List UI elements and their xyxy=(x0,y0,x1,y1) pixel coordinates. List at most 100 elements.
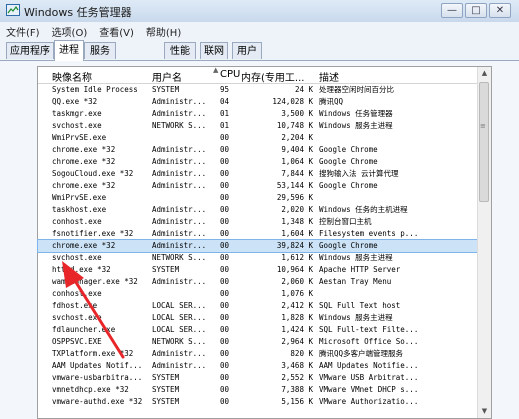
menu-file[interactable]: 文件(F) xyxy=(0,24,46,39)
menu-bar: 文件(F) 选项(O) 查看(V) 帮助(H) xyxy=(0,22,519,40)
vertical-scrollbar[interactable]: ▲ ≡ ▼ xyxy=(477,67,491,418)
table-row[interactable]: chrome.exe *32 Administr... 00 53,144 K Goog… xyxy=(38,180,478,192)
cell-memory: 39,824 K xyxy=(276,241,313,250)
cell-description: 搜狗输入法 云计算代理 xyxy=(319,169,399,178)
cell-cpu: 00 xyxy=(220,253,230,262)
cell-description: Microsoft Office So... xyxy=(319,337,419,346)
table-row[interactable]: conhost.exe Administr... 00 1,348 K 控制台窗口主机 xyxy=(38,216,478,228)
tab-applications[interactable]: 应用程序 xyxy=(6,42,54,59)
cell-memory: 2,204 K xyxy=(281,133,313,142)
table-row[interactable]: chrome.exe *32 Administr... 00 9,404 K Googl… xyxy=(38,144,478,156)
cell-description: SQL Full Text host xyxy=(319,301,401,310)
process-rows: System Idle Process SYSTEM 95 24 K 处理器空闲时间百分… xyxy=(37,84,479,408)
column-header-row: 映像名称 用户名 ▲ CPU 内存(专用工... 描述 xyxy=(38,66,478,84)
table-row[interactable]: wampmanager.exe *32 Administr... 00 2,060 K… xyxy=(38,276,478,288)
table-row[interactable]: fsnotifier.exe *32 Administr... 00 1,604 K F… xyxy=(38,228,478,240)
cell-memory: 124,028 K xyxy=(272,97,313,106)
cell-description: Apache HTTP Server xyxy=(319,265,401,274)
minimize-button[interactable]: — xyxy=(441,3,463,18)
cell-description: SQL Full-text Filte... xyxy=(319,325,419,334)
cell-image-name: QQ.exe *32 xyxy=(52,97,98,106)
table-row[interactable]: taskhost.exe Administr... 00 2,020 K Windows… xyxy=(38,204,478,216)
cell-image-name: chrome.exe *32 xyxy=(52,145,116,154)
table-row[interactable]: WmiPrvSE.exe 00 29,596 K xyxy=(38,192,478,204)
menu-view[interactable]: 查看(V) xyxy=(93,24,140,39)
table-row[interactable]: System Idle Process SYSTEM 95 24 K 处理器空闲时间百分… xyxy=(38,84,478,96)
cell-description: Google Chrome xyxy=(319,241,378,250)
maximize-button[interactable]: □ xyxy=(465,3,487,18)
table-row[interactable]: AAM Updates Notif... Administr... 00 3,468 … xyxy=(38,360,478,372)
process-list[interactable]: 映像名称 用户名 ▲ CPU 内存(专用工... 描述 System Idle … xyxy=(37,66,492,419)
tab-users[interactable]: 用户 xyxy=(232,42,262,59)
cell-user-name: Administr... xyxy=(152,241,207,250)
table-row[interactable]: chrome.exe *32 Administr... 00 39,824 K Goog… xyxy=(37,239,479,253)
cell-cpu: 00 xyxy=(220,277,230,286)
scroll-up-arrow-icon[interactable]: ▲ xyxy=(478,67,491,80)
cell-memory: 3,468 K xyxy=(281,361,313,370)
tab-performance[interactable]: 性能 xyxy=(164,42,196,59)
cell-cpu: 00 xyxy=(220,337,230,346)
cell-image-name: TXPlatform.exe *32 xyxy=(52,349,134,358)
menu-options[interactable]: 选项(O) xyxy=(46,24,94,39)
cell-user-name: LOCAL SER... xyxy=(152,301,207,310)
cell-user-name: SYSTEM xyxy=(152,85,180,94)
cell-cpu: 00 xyxy=(220,157,230,166)
column-header-user-name[interactable]: 用户名 xyxy=(152,69,182,84)
cell-memory: 53,144 K xyxy=(276,181,313,190)
column-header-image-name[interactable]: 映像名称 xyxy=(52,69,92,84)
table-row[interactable]: WmiPrvSE.exe 00 2,204 K xyxy=(38,132,478,144)
cell-cpu: 00 xyxy=(220,301,230,310)
table-row[interactable]: conhost.exe 00 1,076 K xyxy=(38,288,478,300)
cell-user-name: SYSTEM xyxy=(152,385,180,394)
cell-user-name: Administr... xyxy=(152,361,207,370)
cell-description: VMware VMnet DHCP s... xyxy=(319,385,419,394)
title-bar[interactable]: Windows 任务管理器 — □ ✕ xyxy=(0,0,519,22)
minimize-icon: — xyxy=(447,5,457,16)
table-row[interactable]: chrome.exe *32 Administr... 00 1,064 K Googl… xyxy=(38,156,478,168)
table-row[interactable]: OSPPSVC.EXE NETWORK S... 00 2,964 K Microsof… xyxy=(38,336,478,348)
scroll-thumb[interactable] xyxy=(479,82,489,202)
cell-user-name: Administr... xyxy=(152,217,207,226)
table-row[interactable]: svchost.exe NETWORK S... 01 10,748 K Windows… xyxy=(38,120,478,132)
cell-cpu: 01 xyxy=(220,121,230,130)
cell-image-name: vmware-authd.exe *32 xyxy=(52,397,143,406)
column-header-cpu[interactable]: CPU xyxy=(220,69,240,80)
menu-help[interactable]: 帮助(H) xyxy=(140,24,187,39)
table-row[interactable]: SogouCloud.exe *32 Administr... 00 7,844 K 搜… xyxy=(38,168,478,180)
tab-services[interactable]: 服务 xyxy=(84,42,116,59)
cell-cpu: 00 xyxy=(220,361,230,370)
cell-description: Aestan Tray Menu xyxy=(319,277,392,286)
cell-memory: 7,388 K xyxy=(281,385,313,394)
scroll-down-arrow-icon[interactable]: ▼ xyxy=(478,405,491,418)
close-button[interactable]: ✕ xyxy=(489,3,511,18)
cell-cpu: 00 xyxy=(220,145,230,154)
cell-user-name: Administr... xyxy=(152,277,207,286)
table-row[interactable]: vmware-authd.exe *32 SYSTEM 00 5,156 K VMwar… xyxy=(38,396,478,408)
table-row[interactable]: fdlauncher.exe LOCAL SER... 00 1,424 K SQL F… xyxy=(38,324,478,336)
table-row[interactable]: vmware-usbarbitra... SYSTEM 00 2,552 K VMwar… xyxy=(38,372,478,384)
cell-image-name: vmware-usbarbitra... xyxy=(52,373,143,382)
tab-processes[interactable]: 进程 xyxy=(54,40,84,61)
cell-user-name: LOCAL SER... xyxy=(152,325,207,334)
cell-cpu: 00 xyxy=(220,169,230,178)
table-row[interactable]: httpd.exe *32 SYSTEM 00 10,964 K Apache HTTP… xyxy=(38,264,478,276)
cell-image-name: svchost.exe xyxy=(52,121,102,130)
table-row[interactable]: taskmgr.exe Administr... 01 3,500 K Windows … xyxy=(38,108,478,120)
cell-image-name: SogouCloud.exe *32 xyxy=(52,169,134,178)
column-header-memory[interactable]: 内存(专用工... xyxy=(241,69,304,84)
table-row[interactable]: svchost.exe NETWORK S... 00 1,612 K Windows … xyxy=(38,252,478,264)
cell-cpu: 00 xyxy=(220,397,230,406)
table-row[interactable]: svchost.exe LOCAL SER... 00 1,828 K Windows … xyxy=(38,312,478,324)
cell-image-name: System Idle Process xyxy=(52,85,138,94)
cell-memory: 5,156 K xyxy=(281,397,313,406)
table-row[interactable]: QQ.exe *32 Administr... 04 124,028 K 腾讯QQ xyxy=(38,96,478,108)
cell-cpu: 00 xyxy=(220,181,230,190)
tab-networking[interactable]: 联网 xyxy=(200,42,228,59)
cell-image-name: vmnetdhcp.exe *32 xyxy=(52,385,129,394)
table-row[interactable]: TXPlatform.exe *32 Administr... 00 820 K 腾讯Q… xyxy=(38,348,478,360)
column-header-description[interactable]: 描述 xyxy=(319,69,339,84)
cell-image-name: wampmanager.exe *32 xyxy=(52,277,138,286)
cell-description: Windows 任务管理器 xyxy=(319,109,393,118)
table-row[interactable]: fdhost.exe LOCAL SER... 00 2,412 K SQL Full … xyxy=(38,300,478,312)
table-row[interactable]: vmnetdhcp.exe *32 SYSTEM 00 7,388 K VMware V… xyxy=(38,384,478,396)
